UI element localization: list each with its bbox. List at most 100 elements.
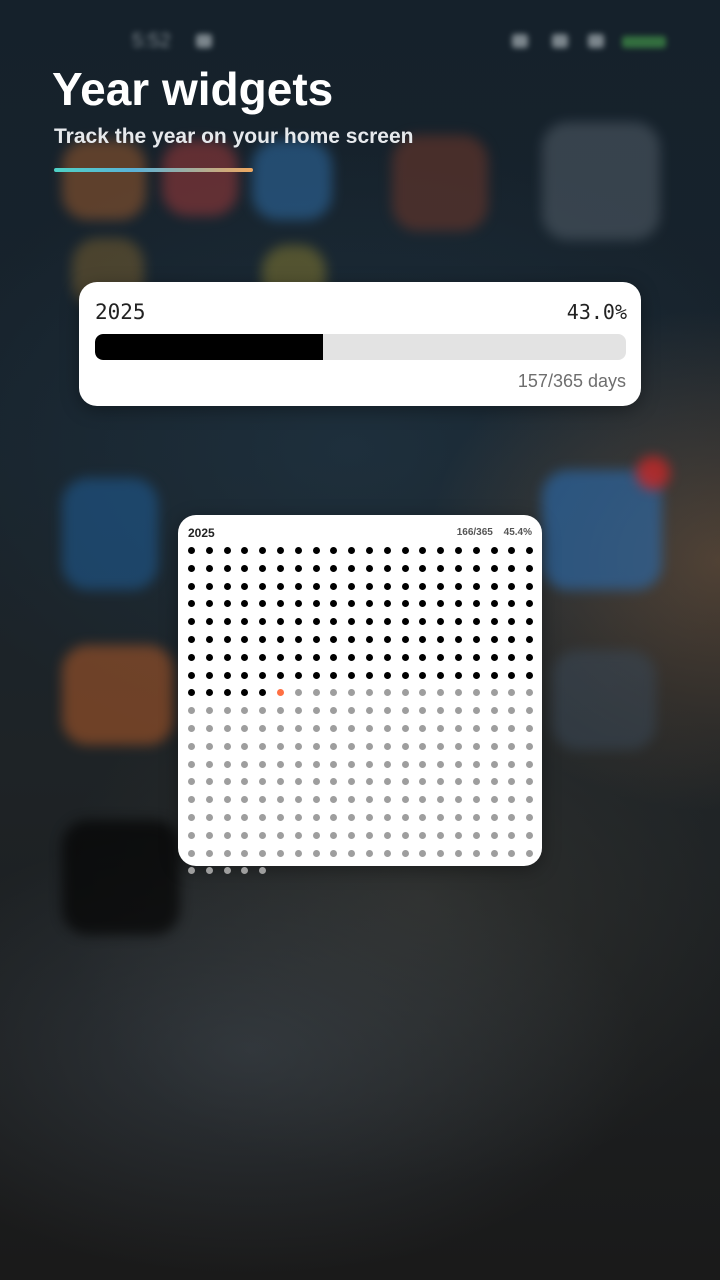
widget-days-label: 157/365 days (517, 371, 626, 391)
day-dot-future (472, 849, 480, 857)
day-dot-future (294, 849, 302, 857)
day-dot-past (526, 582, 534, 590)
day-dot-future (401, 831, 409, 839)
day-dot-future (330, 796, 338, 804)
day-dot-past (277, 600, 284, 608)
day-dot-future (455, 796, 462, 804)
day-dot-past (526, 618, 534, 626)
day-dot-future (472, 796, 480, 804)
day-dot-past (188, 671, 195, 679)
day-dot-past (366, 618, 373, 626)
day-dot-past (437, 564, 445, 572)
day-dot-future (455, 742, 462, 750)
day-dot-future (508, 689, 516, 697)
day-dot-future (490, 849, 498, 857)
day-dot-past (526, 564, 534, 572)
year-dots-widget[interactable]: 2025 166/365 45.4% (178, 515, 542, 875)
day-dot-future (419, 778, 427, 786)
day-dot-past (419, 671, 427, 679)
day-dot-past (437, 600, 445, 608)
day-dot-past (508, 600, 516, 608)
day-dot-past (277, 636, 284, 643)
day-dot-future (277, 778, 284, 786)
day-dot-past (508, 671, 516, 679)
day-dot-past (366, 564, 373, 572)
day-dot-past (366, 636, 373, 643)
day-dot-future (437, 778, 445, 786)
day-dot-past (348, 600, 356, 608)
day-dot-past (188, 547, 195, 554)
day-dot-past (259, 618, 267, 626)
app-icon-blurred (62, 478, 158, 590)
day-dot-future (383, 742, 391, 750)
day-dot-future (312, 831, 320, 839)
day-dot-future (223, 760, 231, 768)
day-dot-past (259, 636, 267, 643)
day-dot-past (383, 600, 391, 608)
day-dot-past (366, 671, 373, 679)
day-dot-past (437, 582, 445, 590)
day-dot-past (348, 653, 356, 661)
day-dot-future (526, 796, 534, 804)
day-dot-future (472, 689, 480, 697)
day-dot-past (259, 600, 267, 608)
day-dot-past (223, 547, 231, 554)
day-dot-future (294, 689, 302, 697)
notification-icon (196, 34, 212, 48)
day-dot-past (401, 582, 409, 590)
day-dot-past (526, 547, 534, 554)
day-dot-future (348, 760, 356, 768)
alarm-icon (512, 34, 528, 48)
day-dot-future (241, 796, 249, 804)
day-dot-future (277, 849, 284, 857)
day-dot-future (366, 796, 373, 804)
day-dot-past (419, 564, 427, 572)
day-dot-future (419, 849, 427, 857)
notification-badge-blurred (636, 456, 670, 490)
day-dot-future (508, 831, 516, 839)
day-dot-past (508, 564, 516, 572)
day-dot-future (330, 831, 338, 839)
day-dot-future (472, 760, 480, 768)
day-dot-past (223, 618, 231, 626)
day-dot-future (294, 814, 302, 821)
day-dot-past (277, 653, 284, 661)
day-dot-future (419, 831, 427, 839)
day-dot-future (205, 778, 213, 786)
day-dot-past (277, 547, 284, 554)
day-dot-future (437, 742, 445, 750)
day-dot-past (223, 582, 231, 590)
day-dot-future (330, 689, 338, 697)
day-dot-future (508, 778, 516, 786)
day-dot-future (294, 742, 302, 750)
day-dot-past (437, 618, 445, 626)
day-dot-past (383, 547, 391, 554)
day-dot-future (348, 831, 356, 839)
day-dot-future (419, 742, 427, 750)
day-dot-future (277, 831, 284, 839)
day-dot-past (241, 582, 249, 590)
day-dot-past (205, 582, 213, 590)
app-icon-blurred (62, 140, 146, 220)
day-dot-past (508, 636, 516, 643)
day-dot-future (259, 796, 267, 804)
day-dot-past (241, 636, 249, 643)
day-dot-future (205, 796, 213, 804)
day-dot-future (366, 725, 373, 732)
day-dot-past (312, 600, 320, 608)
day-dot-future (401, 760, 409, 768)
day-dot-past (348, 618, 356, 626)
day-dot-past (330, 618, 338, 626)
day-dot-past (383, 636, 391, 643)
day-dot-future (490, 689, 498, 697)
day-dot-future (437, 725, 445, 732)
day-dot-future (294, 796, 302, 804)
day-dot-future (419, 725, 427, 732)
day-dot-past (259, 653, 267, 661)
day-dot-past (472, 636, 480, 643)
day-dot-future (312, 689, 320, 697)
day-dot-future (205, 760, 213, 768)
day-dot-past (490, 564, 498, 572)
day-dot-past (437, 671, 445, 679)
year-progress-widget[interactable]: 2025 43.0% 157/365 days (79, 282, 641, 406)
